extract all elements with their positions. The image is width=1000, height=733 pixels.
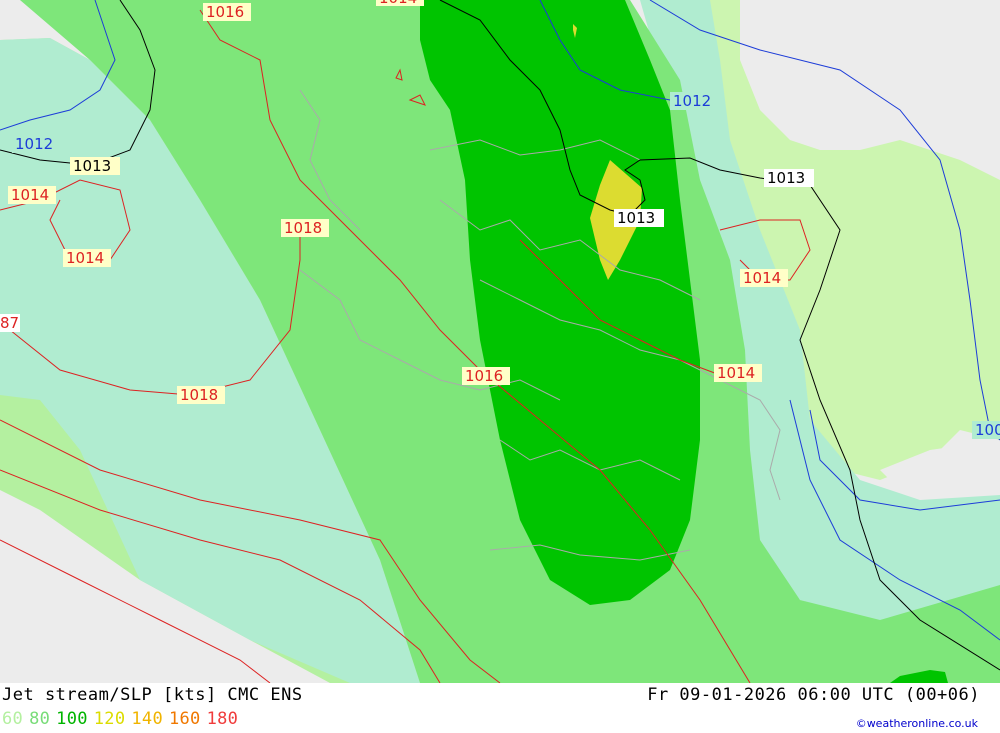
svg-text:1016: 1016 (206, 3, 244, 21)
isobar-label: 1012 (12, 135, 60, 153)
svg-text:1013: 1013 (73, 157, 111, 175)
isobar-label: 1013 (764, 169, 814, 187)
isobar-label: 1016 (462, 367, 510, 385)
map-footer: Jet stream/SLP [kts] CMC ENS Fr 09-01-20… (0, 683, 1000, 733)
legend-item: 120 (93, 709, 126, 729)
svg-text:1014: 1014 (379, 0, 417, 7)
isobar-label: 87 (0, 314, 20, 332)
jet-stream-map: 1016 1012 1013 1014 1014 1018 1018 1016 … (0, 0, 1000, 683)
svg-text:1014: 1014 (66, 249, 104, 267)
svg-text:1018: 1018 (180, 386, 218, 404)
isobar-label: 1014 (376, 0, 424, 7)
legend-item: 80 (29, 709, 51, 729)
isobar-label: 1013 (614, 209, 664, 227)
credit-link[interactable]: ©weatheronline.co.uk (856, 717, 978, 730)
legend-item: 140 (131, 709, 163, 729)
legend-item: 100 (56, 709, 88, 729)
svg-text:1012: 1012 (673, 92, 711, 110)
legend-item: 60 (2, 709, 24, 729)
svg-text:1016: 1016 (465, 367, 503, 385)
isobar-label: 1016 (203, 3, 251, 21)
valid-time: Fr 09-01-2026 06:00 UTC (00+06) (647, 685, 980, 705)
map-title: Jet stream/SLP [kts] CMC ENS (2, 685, 303, 705)
svg-text:1018: 1018 (284, 219, 322, 237)
isobar-label: 1014 (740, 269, 788, 287)
legend-item: 180 (206, 709, 239, 729)
svg-text:1014: 1014 (11, 186, 49, 204)
svg-text:1012: 1012 (15, 135, 53, 153)
isobar-label: 1018 (177, 386, 225, 404)
legend-item: 160 (168, 709, 201, 729)
isobar-label: 1012 (670, 92, 720, 110)
svg-text:1013: 1013 (617, 209, 655, 227)
isobar-label: 1018 (281, 219, 329, 237)
isobar-label: 1013 (70, 157, 120, 175)
svg-text:1014: 1014 (743, 269, 781, 287)
isobar-label: 1014 (63, 249, 111, 267)
color-legend: 60 80 100 120 140 160 180 (2, 709, 244, 729)
isobar-label: 1014 (714, 364, 762, 382)
svg-text:100: 100 (975, 421, 1000, 439)
svg-text:1014: 1014 (717, 364, 755, 382)
svg-text:1013: 1013 (767, 169, 805, 187)
svg-text:87: 87 (0, 314, 19, 332)
isobar-label: 1014 (8, 186, 56, 204)
isobar-label: 100 (972, 421, 1000, 439)
